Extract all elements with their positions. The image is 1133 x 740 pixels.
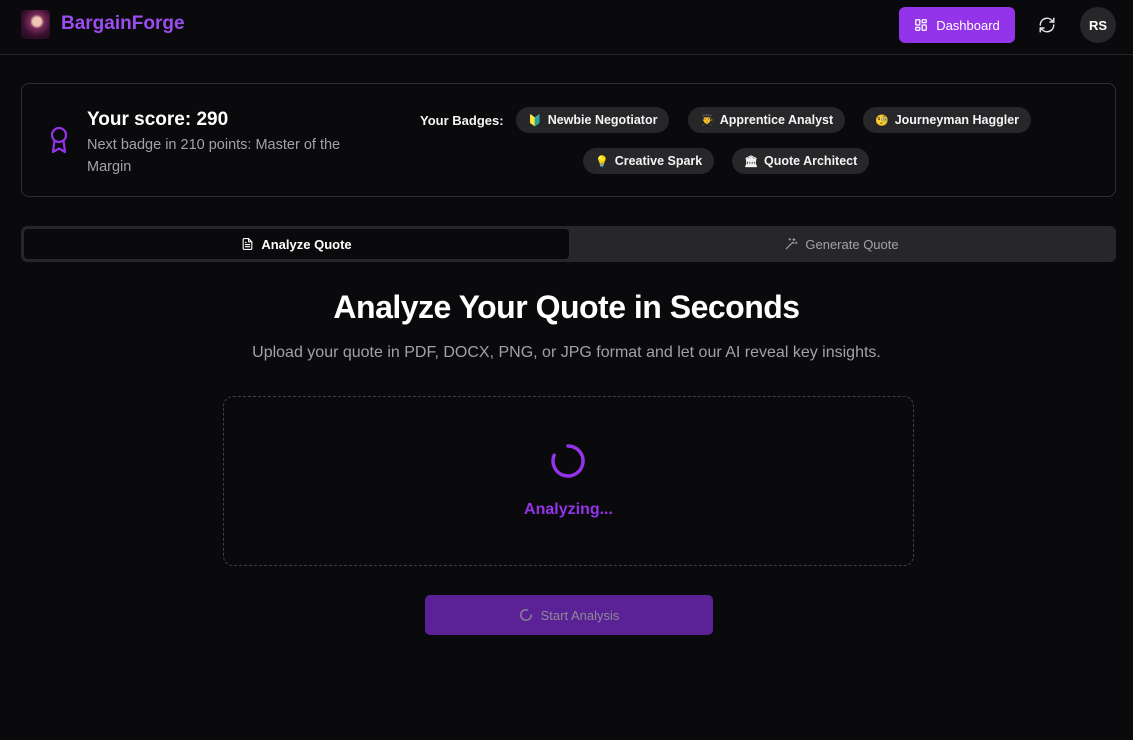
badges-label: Your Badges: bbox=[420, 113, 504, 128]
user-avatar[interactable]: RS bbox=[1080, 7, 1116, 43]
page-title: Analyze Your Quote in Seconds bbox=[333, 289, 800, 325]
dashboard-button-label: Dashboard bbox=[936, 17, 1000, 33]
refresh-icon bbox=[1039, 17, 1055, 33]
start-analysis-label: Start Analysis bbox=[540, 607, 620, 623]
tab-label: Generate Quote bbox=[805, 236, 899, 252]
badge-label: Quote Architect bbox=[763, 154, 858, 168]
badge-label: Journeyman Haggler bbox=[894, 113, 1020, 127]
dashboard-button[interactable]: Dashboard bbox=[899, 7, 1015, 43]
start-analysis-button[interactable]: Start Analysis bbox=[425, 595, 713, 635]
layout-dashboard-icon bbox=[915, 19, 928, 31]
next-badge-text: Next badge in 210 points: Master of the … bbox=[87, 137, 341, 175]
beginner-emoji-icon: 🔰 bbox=[528, 114, 542, 127]
file-text-icon bbox=[242, 238, 253, 250]
brand-name[interactable]: BargainForge bbox=[61, 13, 185, 35]
tab-generate-quote[interactable]: Generate Quote bbox=[569, 229, 1114, 259]
badge-newbie-negotiator: 🔰 Newbie Negotiator bbox=[516, 107, 670, 133]
score-card: Your score: 290 Next badge in 210 points… bbox=[21, 83, 1116, 197]
mode-tabs: Analyze Quote Generate Quote bbox=[21, 226, 1116, 262]
badge-label: Newbie Negotiator bbox=[547, 113, 658, 127]
score-title: Your score: 290 bbox=[87, 109, 229, 130]
wand-sparkles-icon bbox=[786, 238, 798, 250]
top-navbar: BargainForge Dashboard RS bbox=[0, 0, 1133, 55]
student-emoji-icon: 👨‍🎓 bbox=[700, 114, 714, 127]
badge-apprentice-analyst: 👨‍🎓 Apprentice Analyst bbox=[688, 107, 846, 133]
badge-creative-spark: 💡 Creative Spark bbox=[583, 148, 715, 174]
monocle-face-emoji-icon: 🧐 bbox=[875, 114, 889, 127]
badge-quote-architect: 🏛 Quote Architect bbox=[732, 148, 870, 174]
light-bulb-emoji-icon: 💡 bbox=[595, 155, 609, 168]
loader-icon bbox=[519, 609, 532, 621]
classical-building-emoji-icon: 🏛 bbox=[744, 155, 758, 168]
badge-journeyman-haggler: 🧐 Journeyman Haggler bbox=[863, 107, 1032, 133]
analyzing-status: Analyzing... bbox=[524, 501, 613, 518]
tab-analyze-quote[interactable]: Analyze Quote bbox=[24, 229, 569, 259]
badge-label: Creative Spark bbox=[614, 154, 703, 168]
badge-label: Apprentice Analyst bbox=[719, 113, 834, 127]
refresh-button[interactable] bbox=[1033, 11, 1061, 39]
award-icon bbox=[50, 126, 68, 154]
brand-logo-image[interactable] bbox=[21, 10, 50, 39]
page-subtitle: Upload your quote in PDF, DOCX, PNG, or … bbox=[252, 344, 881, 361]
tab-label: Analyze Quote bbox=[261, 236, 352, 252]
loading-spinner-icon bbox=[551, 444, 585, 478]
upload-dropzone[interactable]: Analyzing... bbox=[223, 396, 914, 566]
